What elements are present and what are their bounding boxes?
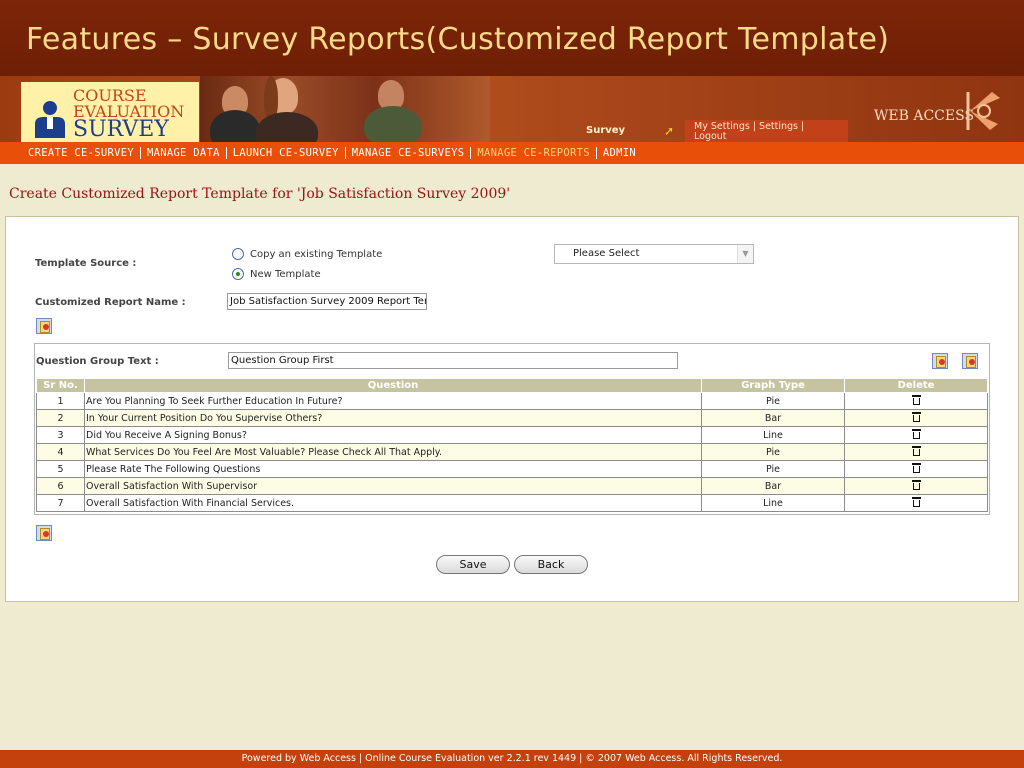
nav-launch-ce-survey[interactable]: LAUNCH CE-SURVEY: [227, 147, 346, 159]
trash-icon[interactable]: [911, 395, 921, 405]
web-access-logo-icon: [966, 92, 1000, 130]
existing-template-select[interactable]: Please Select ▼: [554, 244, 754, 264]
person-icon: [35, 101, 65, 138]
trash-icon[interactable]: [911, 463, 921, 473]
question-cell: Overall Satisfaction With Supervisor: [84, 477, 702, 495]
question-cell: Overall Satisfaction With Financial Serv…: [84, 494, 702, 512]
col-header-delete: Delete: [844, 378, 988, 393]
existing-template-select-value: Please Select: [573, 248, 640, 259]
delete-cell: [844, 426, 988, 444]
table-row: 7 Overall Satisfaction With Financial Se…: [36, 494, 988, 512]
template-source-label: Template Source :: [35, 258, 137, 269]
web-access-brand: WEB ACCESS: [874, 108, 975, 124]
template-form-panel: Template Source : Copy an existing Templ…: [5, 216, 1019, 602]
chevron-down-icon: ▼: [737, 245, 753, 263]
sr-no-cell: 7: [36, 494, 85, 512]
logout-link[interactable]: Logout: [694, 131, 727, 142]
page-title: Create Customized Report Template for 'J…: [9, 186, 511, 202]
title-bar: Features – Survey Reports(Customized Rep…: [0, 0, 1024, 76]
sr-no-cell: 1: [36, 392, 85, 410]
trash-icon[interactable]: [911, 497, 921, 507]
nav-manage-ce-reports[interactable]: MANAGE CE-REPORTS: [471, 147, 597, 159]
footer-text: Powered by Web Access | Online Course Ev…: [241, 753, 783, 764]
col-header-question: Question: [84, 378, 702, 393]
nav-manage-data[interactable]: MANAGE DATA: [141, 147, 227, 159]
delete-cell: [844, 443, 988, 461]
banner-photo: [200, 76, 490, 142]
new-template-option[interactable]: New Template: [232, 268, 321, 280]
table-row: 5 Please Rate The Following Questions Pi…: [36, 460, 988, 478]
question-cell: Did You Receive A Signing Bonus?: [84, 426, 702, 444]
logo-line-3: SURVEY: [73, 117, 169, 142]
delete-cell: [844, 392, 988, 410]
remove-question-group-icon[interactable]: [962, 353, 978, 369]
trash-icon[interactable]: [911, 412, 921, 422]
table-row: 1 Are You Planning To Seek Further Educa…: [36, 392, 988, 410]
trash-icon[interactable]: [911, 480, 921, 490]
sr-no-cell: 2: [36, 409, 85, 427]
graph-type-cell[interactable]: Line: [701, 426, 845, 444]
sr-no-cell: 5: [36, 460, 85, 478]
graph-type-cell[interactable]: Pie: [701, 443, 845, 461]
add-question-icon[interactable]: [932, 353, 948, 369]
col-header-graph-type: Graph Type: [701, 378, 845, 393]
main-nav: CREATE CE-SURVEY MANAGE DATA LAUNCH CE-S…: [0, 142, 1024, 164]
nav-manage-ce-surveys[interactable]: MANAGE CE-SURVEYS: [346, 147, 472, 159]
report-name-label: Customized Report Name :: [35, 297, 186, 308]
sr-no-cell: 4: [36, 443, 85, 461]
question-cell: What Services Do You Feel Are Most Valua…: [84, 443, 702, 461]
question-cell: Please Rate The Following Questions: [84, 460, 702, 478]
delete-cell: [844, 494, 988, 512]
table-row: 4 What Services Do You Feel Are Most Val…: [36, 443, 988, 461]
sr-no-cell: 6: [36, 477, 85, 495]
graph-type-cell[interactable]: Bar: [701, 477, 845, 495]
delete-cell: [844, 460, 988, 478]
footer: Powered by Web Access | Online Course Ev…: [0, 750, 1024, 768]
add-question-group-bottom-icon[interactable]: [36, 525, 52, 541]
nav-admin[interactable]: ADMIN: [597, 147, 642, 159]
sr-no-cell: 3: [36, 426, 85, 444]
back-button[interactable]: Back: [514, 555, 588, 574]
graph-type-cell[interactable]: Pie: [701, 460, 845, 478]
question-cell: In Your Current Position Do You Supervis…: [84, 409, 702, 427]
settings-links[interactable]: My Settings | Settings | Logout: [685, 120, 848, 142]
graph-type-cell[interactable]: Bar: [701, 409, 845, 427]
copy-template-option[interactable]: Copy an existing Template: [232, 248, 382, 260]
question-group-text-input[interactable]: Question Group First: [228, 352, 678, 369]
trash-icon[interactable]: [911, 446, 921, 456]
add-question-group-icon[interactable]: [36, 318, 52, 334]
settings-arrow-icon: ➚: [664, 124, 675, 138]
graph-type-cell[interactable]: Line: [701, 494, 845, 512]
table-row: 6 Overall Satisfaction With Supervisor B…: [36, 477, 988, 495]
delete-cell: [844, 477, 988, 495]
table-row: 3 Did You Receive A Signing Bonus? Line: [36, 426, 988, 444]
course-evaluation-logo[interactable]: COURSE EVALUATION SURVEY: [21, 82, 199, 142]
page-banner-title: Features – Survey Reports(Customized Rep…: [26, 22, 890, 57]
save-button[interactable]: Save: [436, 555, 510, 574]
questions-table: Sr No. Question Graph Type Delete 1 Are …: [36, 378, 988, 512]
nav-create-ce-survey[interactable]: CREATE CE-SURVEY: [22, 147, 141, 159]
question-group-box: Question Group Text : Question Group Fir…: [34, 343, 990, 515]
question-group-text-label: Question Group Text :: [36, 356, 159, 367]
question-cell: Are You Planning To Seek Further Educati…: [84, 392, 702, 410]
graph-type-cell[interactable]: Pie: [701, 392, 845, 410]
col-header-sr-no: Sr No.: [36, 378, 85, 393]
survey-label: Survey: [586, 125, 626, 136]
report-name-input[interactable]: Job Satisfaction Survey 2009 Report Tem: [227, 293, 427, 310]
copy-template-label: Copy an existing Template: [250, 248, 383, 260]
copy-template-radio[interactable]: [232, 248, 244, 260]
trash-icon[interactable]: [911, 429, 921, 439]
table-row: 2 In Your Current Position Do You Superv…: [36, 409, 988, 427]
header-banner: COURSE EVALUATION SURVEY Survey ➚ My Set…: [0, 76, 1024, 142]
new-template-radio[interactable]: [232, 268, 244, 280]
delete-cell: [844, 409, 988, 427]
new-template-label: New Template: [250, 268, 321, 280]
